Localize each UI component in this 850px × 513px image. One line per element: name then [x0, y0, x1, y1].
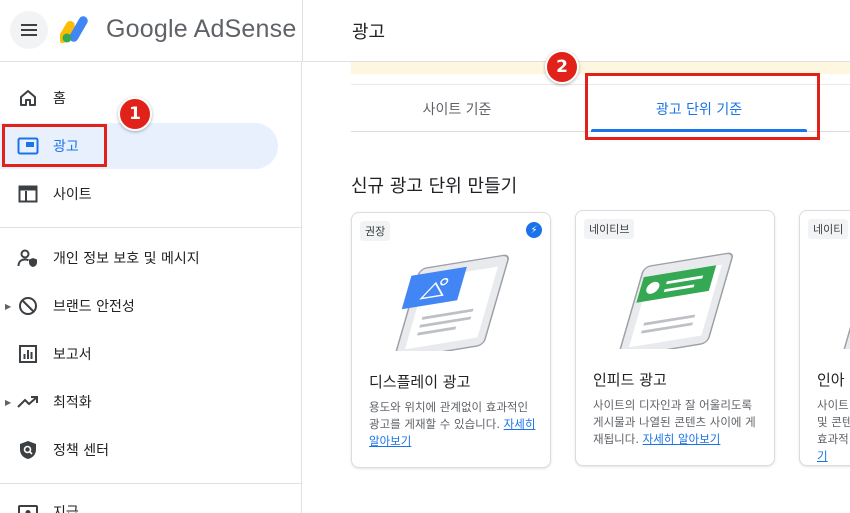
sidebar-item-policy-center[interactable]: 정책 센터 — [0, 427, 278, 473]
recommended-chip: 권장 — [360, 221, 391, 241]
adsense-app: Google AdSense 광고 홈 광고 사이트 개인 정보 보호 및 메시… — [0, 0, 850, 513]
sidebar-item-label: 최적화 — [53, 395, 92, 411]
header-divider — [302, 0, 303, 62]
bolt-icon: ⚡ — [526, 222, 542, 238]
product-logo-text: Google AdSense — [106, 15, 297, 43]
expand-caret-icon[interactable]: ▶ — [5, 302, 11, 311]
sidebar-item-label: 홈 — [53, 91, 66, 107]
sites-icon — [17, 183, 39, 205]
sidebar-item-label: 지급 — [53, 505, 79, 513]
person-shield-icon — [17, 247, 39, 269]
adsense-logo-icon — [60, 16, 88, 43]
sidebar-item-brand-safety[interactable]: ▶ 브랜드 안전성 — [0, 283, 278, 329]
page-title: 광고 — [352, 22, 386, 43]
display-ad-illustration — [394, 254, 509, 351]
bar-chart-icon — [17, 343, 39, 365]
card-title: 인아 — [817, 371, 845, 389]
annotation-badge-2: 2 — [545, 50, 579, 84]
sidebar-divider — [0, 227, 302, 228]
expand-caret-icon[interactable]: ▶ — [5, 398, 11, 407]
native-chip: 네이티 — [808, 219, 849, 239]
in-article-ad-illustration — [842, 252, 850, 349]
card-description: 용도와 위치에 관계없이 효과적인 광고를 게재할 수 있습니다. 자세히 알아… — [369, 399, 541, 450]
block-icon — [17, 295, 39, 317]
tab-by-site[interactable]: 사이트 기준 — [351, 85, 563, 132]
annotation-badge-1: 1 — [118, 97, 152, 131]
learn-more-link[interactable]: 기 — [817, 449, 828, 463]
policy-shield-icon — [17, 439, 39, 461]
card-description: 사이트의 디자인과 잘 어울리도록 게시물과 나열된 콘텐츠 사이에 게재됩니다… — [593, 397, 765, 448]
sidebar-item-label: 브랜드 안전성 — [53, 299, 135, 315]
tab-label: 사이트 기준 — [422, 101, 492, 118]
sidebar-item-payments[interactable]: 지급 — [0, 489, 278, 513]
card-description: 사이트 및 콘텐 효과적 기 — [817, 397, 850, 465]
trending-up-icon — [17, 391, 39, 413]
annotation-highlight-ads-nav — [2, 124, 107, 167]
sidebar-item-label: 보고서 — [53, 347, 92, 363]
native-chip: 네이티브 — [584, 219, 635, 239]
hamburger-icon — [21, 29, 37, 31]
section-title: 신규 광고 단위 만들기 — [351, 176, 518, 197]
home-icon — [17, 87, 39, 109]
main-menu-button[interactable] — [10, 11, 48, 49]
sidebar-divider — [0, 483, 302, 484]
sidebar-item-sites[interactable]: 사이트 — [0, 171, 278, 217]
card-description-text: 사이트 및 콘텐 효과적 — [817, 398, 850, 446]
top-header: Google AdSense 광고 — [0, 0, 850, 62]
ad-unit-card-in-feed[interactable]: 네이티브 인피드 광고 사이트의 디자인과 잘 어울리도록 게시물과 나열된 콘… — [575, 210, 775, 466]
in-feed-ad-illustration — [618, 252, 733, 349]
annotation-highlight-ad-unit-tab — [585, 73, 820, 140]
sidebar-item-label: 사이트 — [53, 187, 92, 203]
learn-more-link[interactable]: 자세히 알아보기 — [643, 432, 721, 446]
card-title: 디스플레이 광고 — [369, 373, 471, 391]
ad-unit-card-in-article[interactable]: 네이티 인아 사이트 및 콘텐 효과적 기 — [799, 210, 850, 466]
ad-unit-card-display[interactable]: 권장 ⚡ 디스플레이 광고 용도와 위치에 관계없이 효과적인 광고를 게재할 … — [351, 212, 551, 468]
payments-icon — [17, 501, 39, 513]
sidebar-item-optimization[interactable]: ▶ 최적화 — [0, 379, 278, 425]
sidebar-item-label: 정책 센터 — [53, 443, 109, 459]
sidebar-item-label: 개인 정보 보호 및 메시지 — [53, 251, 200, 267]
card-title: 인피드 광고 — [593, 371, 667, 389]
sidebar-item-reports[interactable]: 보고서 — [0, 331, 278, 377]
sidebar-item-privacy-messaging[interactable]: 개인 정보 보호 및 메시지 — [0, 235, 278, 281]
